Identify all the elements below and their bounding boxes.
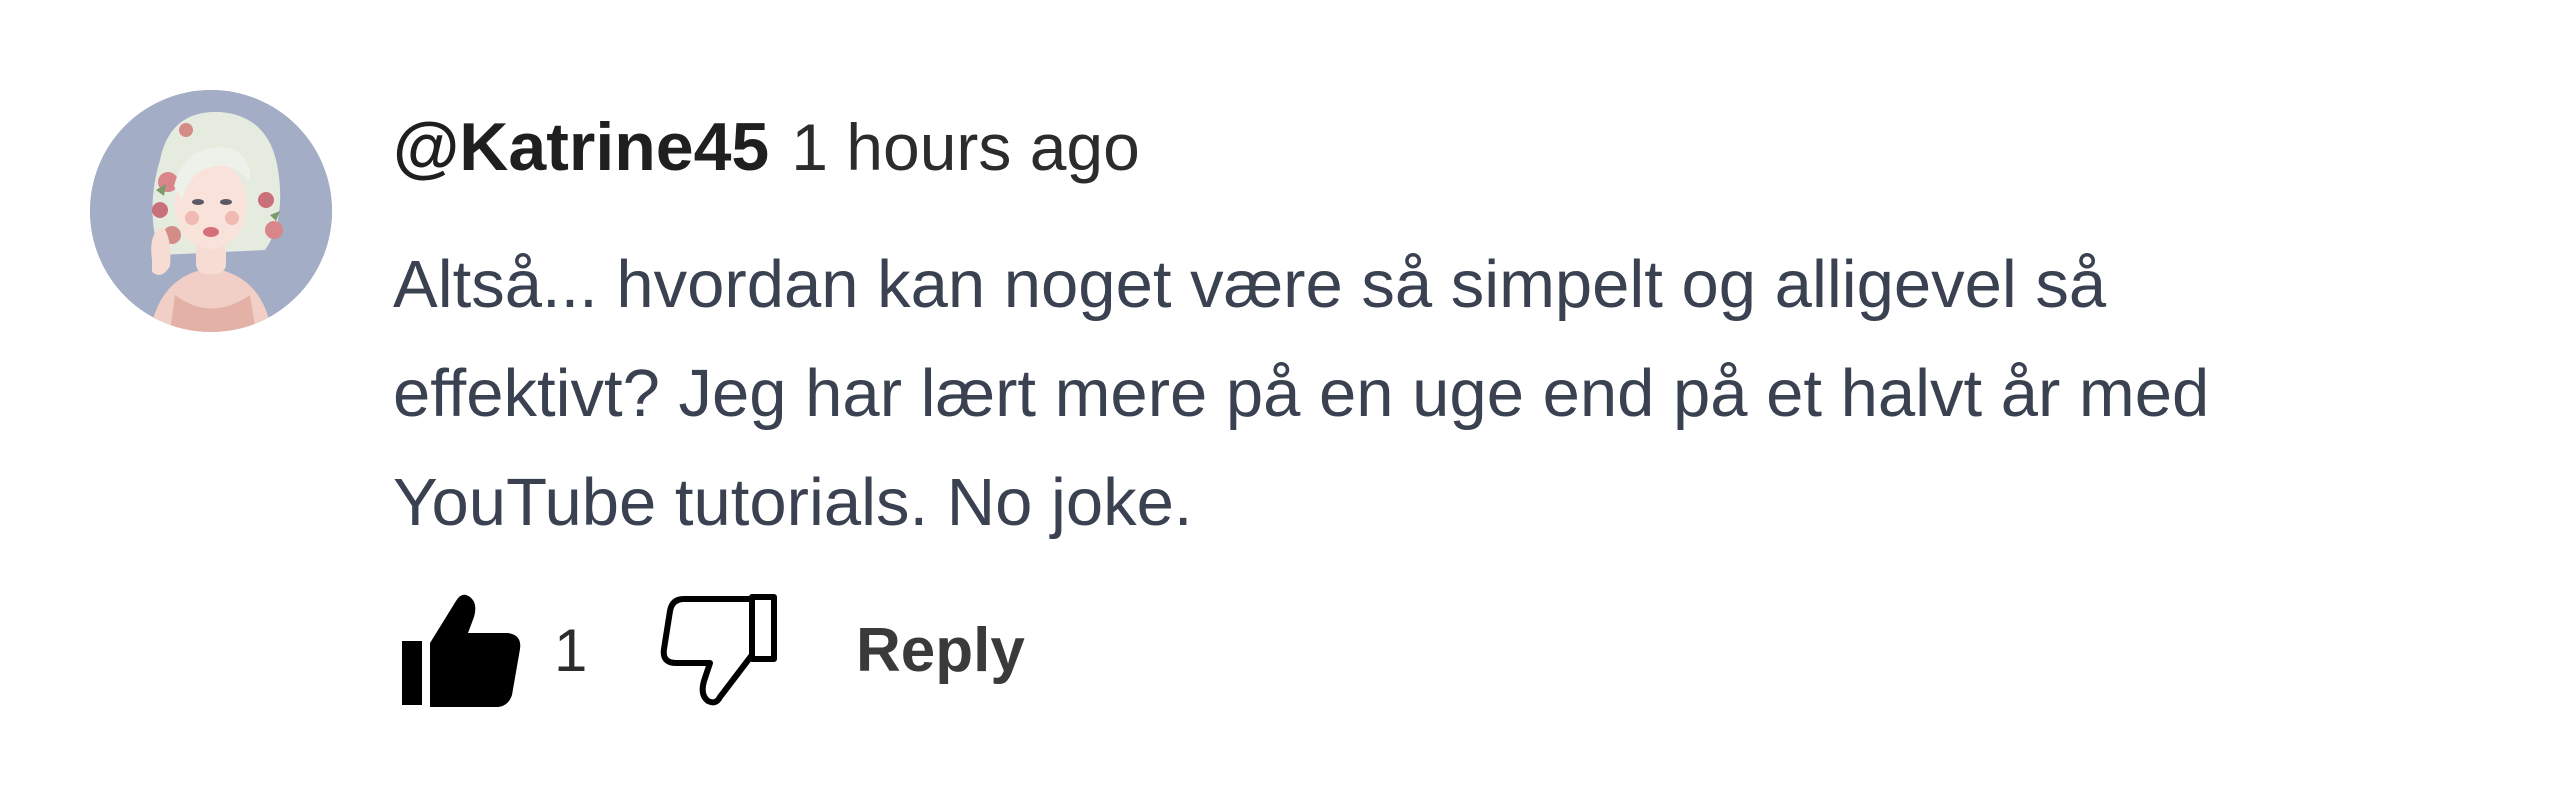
avatar-illustration [90, 90, 332, 332]
comment-header: @Katrine45 1 hours ago [393, 108, 1140, 198]
comment-text-line: YouTube tutorials. No joke. [393, 465, 1193, 540]
comment-item: @Katrine45 1 hours ago Altså... hvordan … [0, 0, 2568, 804]
like-count: 1 [554, 616, 588, 684]
thumbs-down-icon[interactable] [660, 593, 778, 707]
comment-text: Altså... hvordan kan noget være så simpe… [393, 230, 2513, 557]
thumbs-up-icon[interactable] [400, 591, 524, 709]
comment-text-line: Altså... hvordan kan noget være så simpe… [393, 247, 2107, 322]
author-name[interactable]: @Katrine45 [393, 108, 769, 186]
comment-text-line: effektivt? Jeg har lært mere på en uge e… [393, 356, 2210, 431]
comment-actions: 1 Reply [400, 590, 1025, 710]
comment-timestamp[interactable]: 1 hours ago [791, 109, 1140, 185]
reply-button[interactable]: Reply [856, 615, 1025, 686]
avatar[interactable] [90, 90, 332, 332]
